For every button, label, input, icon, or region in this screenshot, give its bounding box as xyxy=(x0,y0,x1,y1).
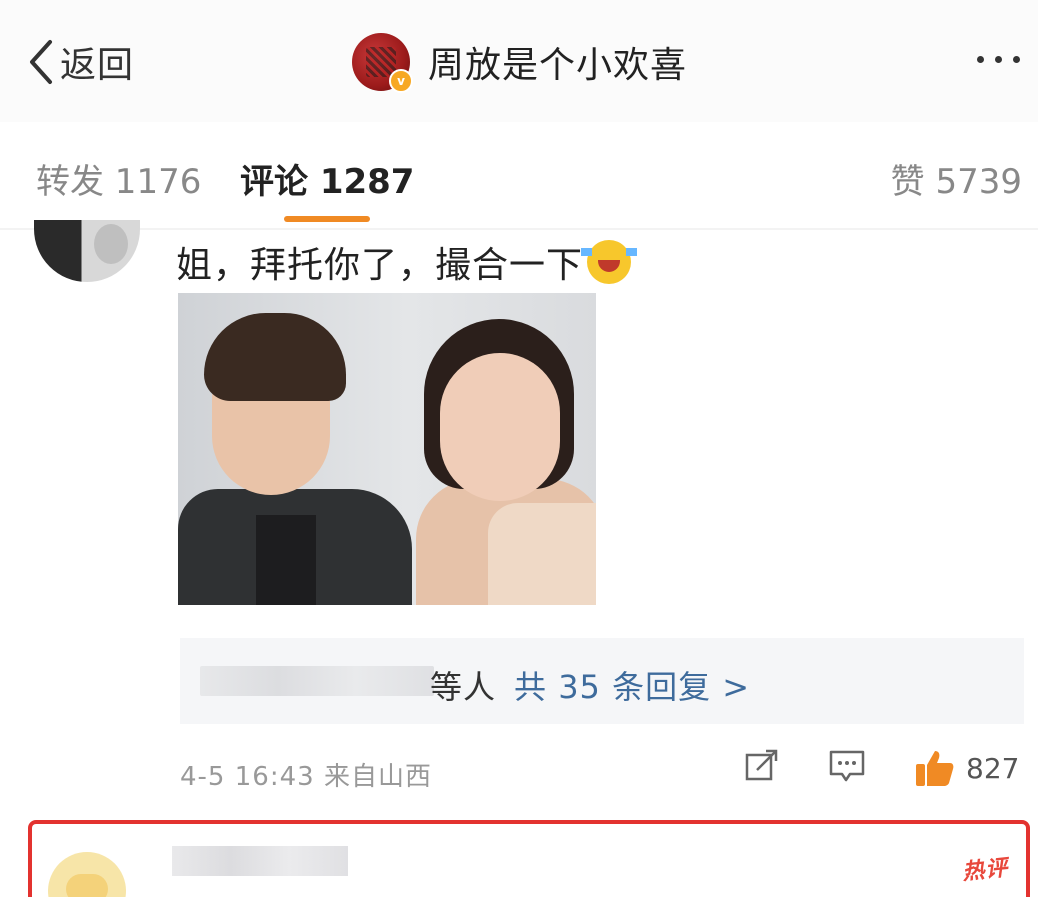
tab-comment[interactable]: 评论 1287 xyxy=(240,154,414,203)
post-tabs: 转发 1176 评论 1287 赞 5739 xyxy=(0,132,1038,230)
more-dot-icon xyxy=(995,56,1002,63)
replies-suffix: 等人 xyxy=(430,668,497,706)
page-title: 周放是个小欢喜 xyxy=(428,45,688,86)
blurred-usernames xyxy=(200,666,434,696)
next-commenter-name-blurred xyxy=(172,846,348,876)
like-count: 827 xyxy=(966,751,1020,785)
replies-link[interactable]: 共 35 条回复 > xyxy=(514,668,750,706)
tab-like[interactable]: 赞 5739 xyxy=(891,154,1022,203)
photo-man-shirt xyxy=(256,515,316,605)
like-button[interactable]: 827 xyxy=(914,748,1019,788)
replies-text: 等人共 35 条回复 > xyxy=(430,662,750,708)
share-button[interactable] xyxy=(744,748,780,788)
comment-text: 姐，拜托你了，撮合一下 xyxy=(176,245,584,286)
laughing-emoji-icon xyxy=(581,240,638,284)
tab-repost[interactable]: 转发 1176 xyxy=(36,154,201,203)
weibo-comment-page: 返回 v 周放是个小欢喜 转发 1176 评论 1287 赞 5739 姐，拜托… xyxy=(0,0,1038,897)
more-dot-icon xyxy=(977,56,984,63)
back-label: 返回 xyxy=(60,45,135,86)
more-dot-icon xyxy=(1013,56,1020,63)
tabs-divider xyxy=(0,228,1038,230)
top-nav-bar: 返回 v 周放是个小欢喜 xyxy=(0,0,1038,122)
reply-button[interactable] xyxy=(828,748,866,788)
chevron-left-icon xyxy=(30,40,52,84)
replies-summary[interactable]: 等人共 35 条回复 > xyxy=(180,638,1024,724)
active-tab-indicator xyxy=(284,216,370,222)
comment-timestamp: 4-5 16:43 xyxy=(180,762,315,792)
commenter-avatar[interactable] xyxy=(34,220,140,282)
comment-icon xyxy=(829,750,865,782)
verified-badge-icon: v xyxy=(389,69,413,93)
more-options-button[interactable] xyxy=(973,52,1024,67)
header-title-group[interactable]: v 周放是个小欢喜 xyxy=(352,32,688,93)
photo-woman-dress xyxy=(488,503,596,605)
comment-meta: 4-5 16:43 来自山西 xyxy=(180,756,432,793)
comment-image[interactable] xyxy=(178,293,596,605)
thumbs-up-icon xyxy=(916,751,954,786)
hot-comment-badge: 热评 xyxy=(961,855,1010,886)
comment-source: 来自山西 xyxy=(323,762,432,792)
photo-woman-face xyxy=(440,353,560,501)
back-button[interactable]: 返回 xyxy=(28,36,134,88)
comment-text-row: 姐，拜托你了，撮合一下 xyxy=(176,236,638,288)
share-icon xyxy=(745,749,778,781)
author-avatar[interactable]: v xyxy=(352,33,413,93)
